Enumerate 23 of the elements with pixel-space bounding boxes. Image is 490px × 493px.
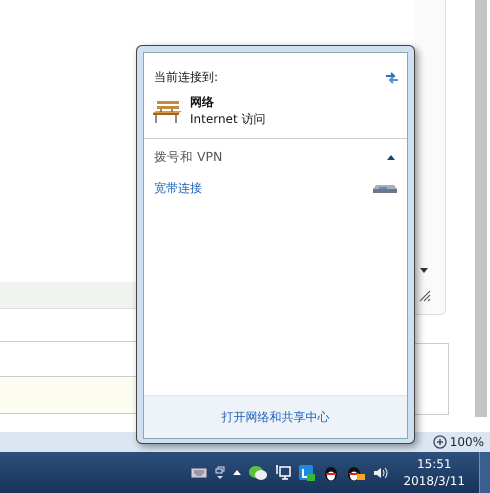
connection-link[interactable]: 宽带连接 bbox=[154, 180, 202, 197]
zoom-level[interactable]: 100% bbox=[450, 435, 484, 449]
dropdown-arrow-icon[interactable] bbox=[420, 268, 428, 273]
clock-date[interactable]: 2018/3/11 bbox=[403, 472, 465, 490]
bench-icon bbox=[152, 98, 182, 124]
chevron-up-icon[interactable] bbox=[387, 155, 395, 160]
zoom-in-icon[interactable] bbox=[432, 435, 447, 449]
keyboard-icon[interactable] bbox=[191, 468, 208, 478]
chat-bubbles-icon[interactable] bbox=[249, 464, 268, 480]
caret-up-icon[interactable] bbox=[233, 470, 242, 475]
refresh-arrows-icon[interactable] bbox=[385, 72, 399, 84]
clock-time[interactable]: 15:51 bbox=[416, 456, 452, 472]
modem-icon bbox=[373, 184, 397, 194]
network-access: Internet 访问 bbox=[190, 111, 266, 128]
windows-icon[interactable] bbox=[215, 466, 226, 480]
resize-grip-icon[interactable] bbox=[419, 290, 431, 302]
network-center-link[interactable]: 打开网络和共享中心 bbox=[222, 408, 330, 426]
network-name: 网络 bbox=[190, 94, 215, 111]
network-icon[interactable] bbox=[275, 464, 292, 480]
popup-heading: 当前连接到: bbox=[154, 69, 218, 86]
scrollbar[interactable] bbox=[475, 0, 487, 417]
section-title: 拨号和 VPN bbox=[154, 149, 222, 166]
app-icon[interactable] bbox=[299, 464, 316, 480]
